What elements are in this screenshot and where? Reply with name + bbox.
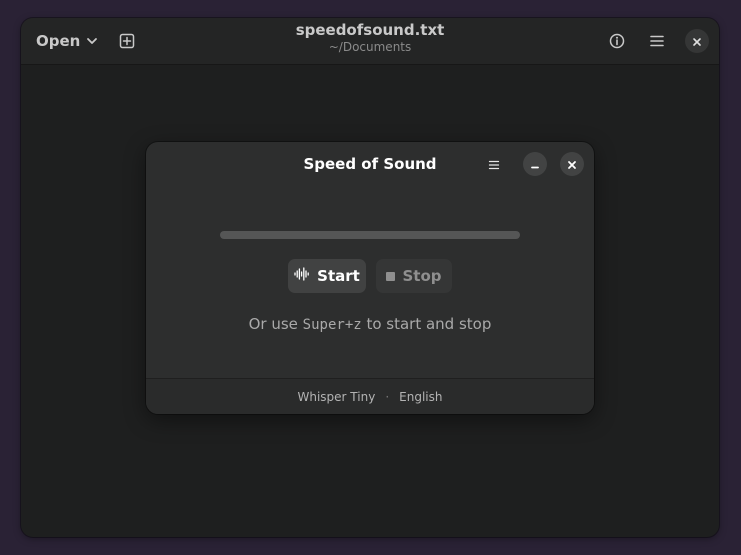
hint-prefix: Or use	[248, 315, 303, 333]
window-close-button[interactable]	[685, 29, 709, 53]
start-label: Start	[317, 267, 360, 285]
language-label: English	[399, 389, 443, 404]
audio-level-bar	[220, 231, 520, 239]
minimize-icon	[530, 155, 540, 174]
dialog-menu-button[interactable]	[482, 153, 506, 177]
shortcut-hint: Or use Super+z to start and stop	[146, 315, 594, 333]
stop-button[interactable]: Stop	[376, 259, 452, 293]
info-button[interactable]	[603, 27, 631, 55]
speed-of-sound-dialog: Speed of Sound Start Stop Or use Super+z…	[146, 142, 594, 414]
info-icon	[609, 33, 625, 49]
stop-icon	[386, 271, 396, 281]
hamburger-menu-icon	[649, 33, 665, 49]
dialog-minimize-button[interactable]	[523, 152, 547, 176]
main-menu-button[interactable]	[643, 27, 671, 55]
close-icon	[567, 155, 577, 174]
hamburger-menu-icon	[488, 156, 500, 175]
stop-label: Stop	[402, 267, 442, 285]
close-icon	[692, 32, 702, 51]
hint-suffix: to start and stop	[361, 315, 492, 333]
dialog-close-button[interactable]	[560, 152, 584, 176]
editor-headerbar: Open speedofsound.txt ~/Documents	[21, 18, 719, 65]
footer-separator: ·	[385, 389, 390, 404]
model-label: Whisper Tiny	[297, 389, 376, 404]
start-button[interactable]: Start	[288, 259, 366, 293]
hint-shortcut: Super+z	[302, 317, 362, 333]
dialog-footer: Whisper Tiny · English	[146, 378, 594, 414]
waveform-icon	[294, 267, 310, 285]
